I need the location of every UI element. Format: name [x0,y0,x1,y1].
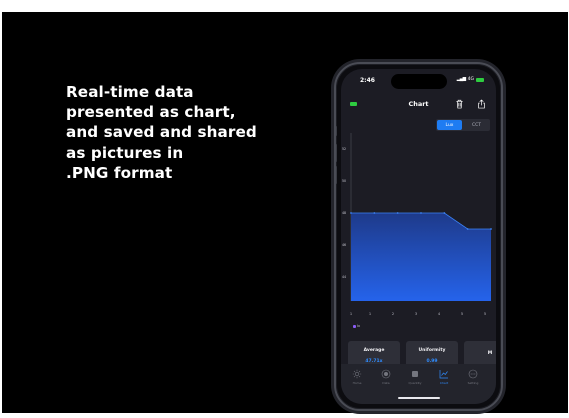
tab-quantity[interactable]: Quantity [405,369,425,385]
stat-label: Uniformity [418,348,446,353]
dots-circle-icon [468,369,478,379]
tab-chart[interactable]: Chart [434,369,454,385]
data-point [373,212,376,214]
x-tick-label: 4 [438,312,440,316]
sun-icon [352,369,362,379]
tab-label: Home [352,381,362,385]
data-point [490,228,492,230]
chart-icon [439,370,448,379]
x-tick-label: 5 [484,312,486,316]
unit-segmented-control: Lux CCT [436,119,490,131]
y-tick-label: 44 [342,275,346,279]
promo-slide: Real-time data presented as chart, and s… [2,12,568,413]
status-time: 2:46 [360,77,375,84]
phone-frame: 2:46 ▂▄▆ 4G Chart Lux CCT 52 50 48 46 44… [334,62,503,411]
battery-icon [476,77,484,82]
stat-label: Average [363,348,385,353]
home-indicator [397,397,440,399]
tab-bar: Home Data Quantity Chart Setting [341,364,496,404]
lux-chart: 52 50 48 46 44 1 1 2 3 4 5 5 [342,133,492,316]
y-tick-label: 50 [342,179,346,183]
tab-setting[interactable]: Setting [463,369,483,385]
data-point [396,212,399,214]
chart-legend: lx [353,324,360,328]
phone-side-button [336,144,337,162]
data-point [443,212,446,214]
network-label: 4G [467,77,474,82]
tab-label: Data [382,381,390,385]
stat-label: M [487,350,493,356]
x-tick-label: 2 [392,312,394,316]
status-indicators: ▂▄▆ 4G [457,77,484,82]
tab-label: Setting [467,381,479,385]
share-icon[interactable] [477,99,486,109]
nav-bar: Chart [341,99,496,113]
data-point [350,212,352,214]
data-point [420,212,422,214]
x-tick-label: 1 [350,312,352,316]
legend-swatch [353,324,356,328]
record-icon [381,369,391,379]
tab-label: Quantity [408,381,422,385]
x-tick-label: 1 [369,312,371,316]
promo-headline: Real-time data presented as chart, and s… [66,83,257,182]
tab-home[interactable]: Home [347,369,367,385]
phone-screen: 2:46 ▂▄▆ 4G Chart Lux CCT 52 50 48 46 44… [341,69,496,404]
series-area [351,213,491,301]
y-tick-labels: 52 50 48 46 44 [342,147,346,279]
signal-icon: ▂▄▆ [456,77,466,82]
y-tick-label: 46 [342,243,346,247]
x-tick-labels: 1 1 2 3 4 5 5 [350,312,486,316]
dynamic-island [390,74,447,89]
data-point [466,228,469,230]
phone-side-button [336,126,337,136]
legend-label: lx [357,324,361,328]
y-tick-label: 52 [342,147,346,151]
segment-lux[interactable]: Lux [437,120,462,130]
tab-data[interactable]: Data [376,369,396,385]
page-title: Chart [408,100,429,108]
square-icon [412,371,418,377]
segment-cct[interactable]: CCT [464,120,489,130]
x-tick-label: 5 [461,312,463,316]
y-tick-label: 48 [342,211,346,215]
x-tick-label: 3 [415,312,417,316]
tab-label: Chart [439,381,449,385]
phone-side-button [336,166,337,184]
trash-icon[interactable] [455,99,464,109]
